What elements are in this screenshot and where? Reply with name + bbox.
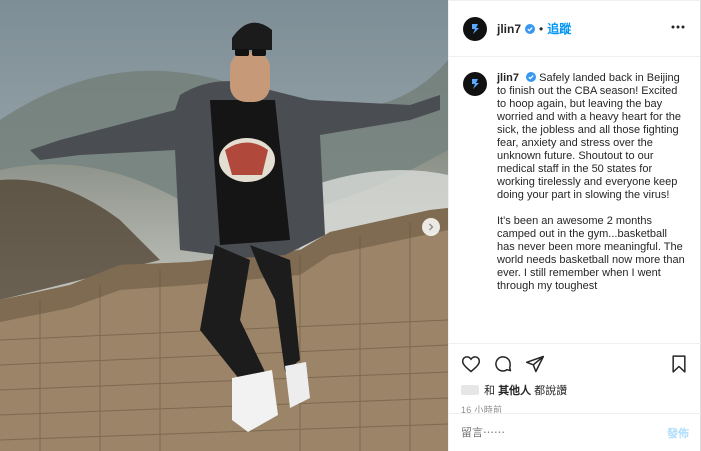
post-side-panel: jlin7 • 追蹤 jlin7 Safely landed back in B… (448, 0, 701, 451)
action-bar: 和 其他人 都說讚 16 小時前 (449, 343, 701, 415)
more-options-icon[interactable] (670, 19, 686, 35)
verified-badge-icon (526, 72, 537, 82)
save-button[interactable] (669, 354, 689, 374)
post-photo[interactable] (0, 0, 448, 451)
caption-area: jlin7 Safely landed back in Beijing to f… (449, 58, 701, 343)
avatar-logo-icon (472, 23, 479, 34)
likes-prefix: 和 (484, 385, 495, 397)
avatar-logo-icon (472, 79, 479, 89)
profile-avatar[interactable] (463, 16, 487, 41)
chevron-right-icon (429, 223, 434, 231)
comment-button[interactable] (493, 354, 513, 374)
username-link[interactable]: jlin7 (497, 22, 521, 36)
likes-summary[interactable]: 和 其他人 都說讚 (461, 382, 689, 398)
comment-icon (495, 356, 512, 372)
post-header: jlin7 • 追蹤 (449, 1, 700, 57)
comment-input[interactable] (461, 427, 641, 439)
separator-dot: • (539, 21, 544, 36)
follow-button[interactable]: 追蹤 (547, 20, 571, 37)
caption-username[interactable]: jlin7 (497, 72, 519, 84)
action-icons (461, 350, 689, 378)
bookmark-icon (672, 355, 686, 373)
comment-form: 發佈 (449, 413, 701, 451)
caption-paragraph-1: jlin7 Safely landed back in Beijing to f… (497, 72, 687, 202)
next-photo-button[interactable] (422, 218, 440, 236)
photo-great-wall (0, 0, 448, 451)
liker-name-blurred (461, 385, 479, 395)
caption-avatar[interactable] (463, 72, 487, 96)
caption-paragraph-2: It's been an awesome 2 months camped out… (497, 215, 685, 292)
verified-badge-icon (525, 23, 536, 34)
like-button[interactable] (461, 354, 481, 374)
share-icon (525, 355, 545, 373)
caption-paragraph-text: Safely landed back in Beijing to finish … (497, 72, 682, 201)
share-button[interactable] (525, 354, 545, 374)
likes-suffix: 都說讚 (534, 385, 568, 397)
caption-text: jlin7 Safely landed back in Beijing to f… (497, 72, 687, 343)
post-comment-button[interactable]: 發佈 (667, 425, 689, 441)
heart-icon (461, 356, 481, 373)
likes-others-link[interactable]: 其他人 (498, 382, 531, 398)
